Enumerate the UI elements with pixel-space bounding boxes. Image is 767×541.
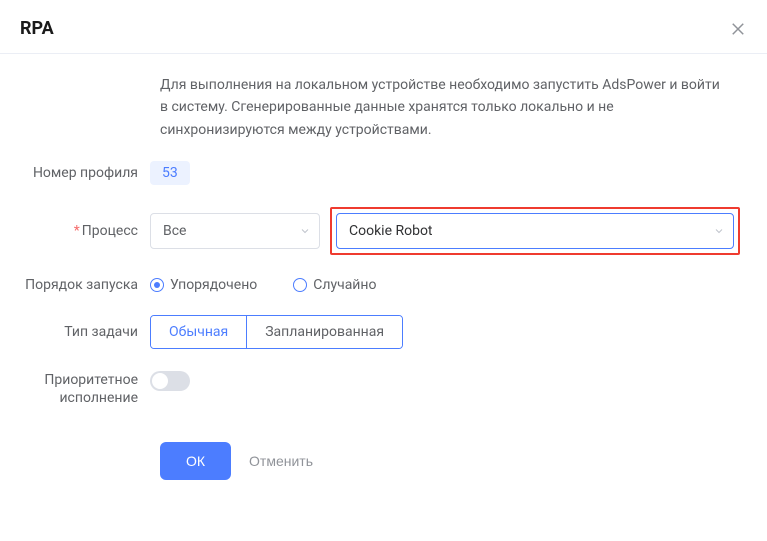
label-profile-number: Номер профиля: [0, 165, 150, 181]
radio-ordered-label: Упорядочено: [170, 277, 257, 293]
switch-knob: [152, 373, 168, 389]
segment-scheduled[interactable]: Запланированная: [247, 316, 402, 348]
dialog-title: RPA: [20, 18, 54, 39]
radio-checked-icon: [150, 278, 164, 292]
row-task-type: Тип задачи Обычная Запланированная: [0, 315, 747, 349]
label-priority: Приоритетное исполнение: [0, 371, 150, 407]
ok-button[interactable]: ОК: [160, 442, 231, 480]
dialog-header: RPA: [0, 0, 767, 54]
segment-normal[interactable]: Обычная: [151, 316, 247, 348]
cancel-button[interactable]: Отменить: [249, 453, 313, 469]
process-select-value: Cookie Robot: [349, 223, 433, 239]
radio-unchecked-icon: [293, 278, 307, 292]
row-profile-number: Номер профиля 53: [0, 161, 747, 185]
dialog-footer: ОК Отменить: [160, 442, 747, 480]
label-task-type: Тип задачи: [0, 324, 150, 340]
label-launch-order: Порядок запуска: [0, 277, 150, 293]
label-process: *Процесс: [0, 223, 150, 239]
priority-switch[interactable]: [150, 371, 190, 391]
radio-ordered[interactable]: Упорядочено: [150, 277, 257, 293]
chevron-down-icon: [299, 225, 311, 237]
group-select-value: Все: [163, 223, 186, 239]
task-type-segment: Обычная Запланированная: [150, 315, 403, 349]
row-priority: Приоритетное исполнение: [0, 371, 747, 407]
close-icon[interactable]: [729, 20, 747, 38]
process-select-highlight: Cookie Robot: [330, 207, 740, 255]
radio-random[interactable]: Случайно: [293, 277, 376, 293]
profile-number-badge[interactable]: 53: [150, 161, 190, 185]
dialog-body: Для выполнения на локальном устройстве н…: [0, 54, 767, 480]
chevron-down-icon: [713, 225, 725, 237]
radio-random-label: Случайно: [313, 277, 376, 293]
intro-text: Для выполнения на локальном устройстве н…: [160, 74, 720, 141]
group-select[interactable]: Все: [150, 213, 320, 249]
process-select[interactable]: Cookie Robot: [336, 213, 734, 249]
row-process: *Процесс Все Cookie Robot: [0, 207, 747, 255]
row-launch-order: Порядок запуска Упорядочено Случайно: [0, 277, 747, 293]
